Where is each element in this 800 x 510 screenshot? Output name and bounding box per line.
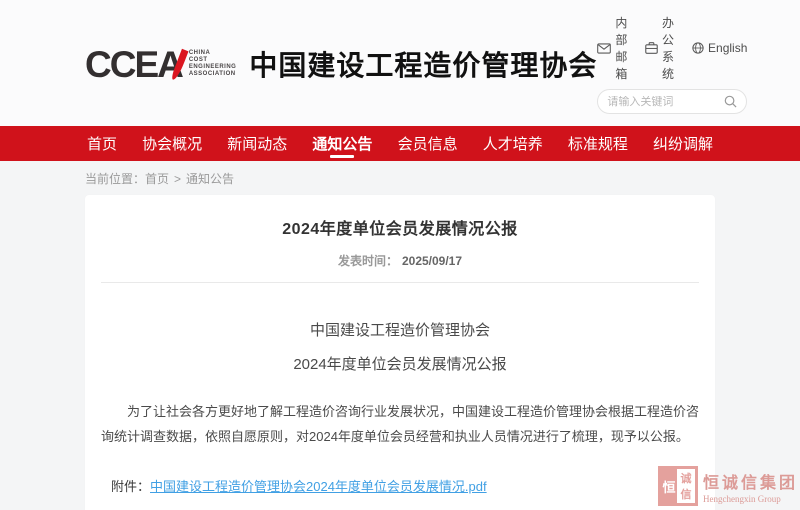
nav-item-news[interactable]: 新闻动态 xyxy=(225,126,289,161)
site-title: 中国建设工程造价管理协会 xyxy=(249,44,597,84)
link-office-system[interactable]: 办公系统 xyxy=(645,14,676,82)
search-input[interactable] xyxy=(607,96,724,108)
article-heading-org: 中国建设工程造价管理协会 xyxy=(101,319,699,340)
nav-item-disputes[interactable]: 纠纷调解 xyxy=(651,126,715,161)
publish-time-label: 发表时间： xyxy=(338,254,398,268)
breadcrumb-separator: > xyxy=(174,172,181,186)
link-label: 内部邮箱 xyxy=(615,14,629,82)
attachment-label: 附件： xyxy=(111,479,150,494)
logo-subtext-line: ASSOCIATION xyxy=(189,71,237,78)
article-heading-title: 2024年度单位会员发展情况公报 xyxy=(101,353,699,374)
mail-icon xyxy=(597,43,611,54)
article-paragraph: 为了让社会各方更好地了解工程造价咨询行业发展状况，中国建设工程造价管理协会根据工… xyxy=(101,399,699,449)
article-divider xyxy=(101,282,699,283)
watermark-name-en: Hengchengxin Group xyxy=(703,494,798,504)
watermark-name-cn: 恒诚信集团 xyxy=(703,469,798,493)
nav-item-notices[interactable]: 通知公告 xyxy=(310,126,374,161)
attachment-row: 附件：中国建设工程造价管理协会2024年度单位会员发展情况.pdf xyxy=(111,476,699,495)
logo-subtext-line: CHINA xyxy=(189,50,237,57)
link-internal-mail[interactable]: 内部邮箱 xyxy=(597,14,629,82)
site-logo[interactable]: CCEA CHINA COST ENGINEERING ASSOCIATION … xyxy=(85,44,597,84)
logo-subtext: CHINA COST ENGINEERING ASSOCIATION xyxy=(189,50,237,78)
article-card: 2024年度单位会员发展情况公报 发表时间： 2025/09/17 中国建设工程造… xyxy=(85,195,715,510)
office-icon xyxy=(645,42,658,54)
breadcrumb-label: 当前位置： xyxy=(85,172,145,186)
link-english[interactable]: English xyxy=(692,14,747,82)
attachment-pdf-link[interactable]: 中国建设工程造价管理协会2024年度单位会员发展情况.pdf xyxy=(150,479,487,494)
logo-acronym-wrap: CCEA xyxy=(85,46,182,83)
nav-item-about[interactable]: 协会概况 xyxy=(140,126,204,161)
link-label: 办公系统 xyxy=(662,14,676,82)
nav-item-training[interactable]: 人才培养 xyxy=(481,126,545,161)
watermark-text: 恒诚信集团 Hengchengxin Group xyxy=(703,469,798,504)
main-nav: 首页 协会概况 新闻动态 通知公告 会员信息 人才培养 标准规程 纠纷调解 xyxy=(0,126,800,161)
nav-item-members[interactable]: 会员信息 xyxy=(396,126,460,161)
top-links: 内部邮箱 办公系统 English xyxy=(597,14,747,82)
publish-time-value: 2025/09/17 xyxy=(402,254,462,268)
breadcrumb: 当前位置：首页 > 通知公告 xyxy=(85,161,715,195)
logo-acronym: CCEA xyxy=(85,44,182,85)
search-box xyxy=(597,89,747,114)
article-title: 2024年度单位会员发展情况公报 xyxy=(101,215,699,239)
site-header: CCEA CHINA COST ENGINEERING ASSOCIATION … xyxy=(0,0,800,126)
nav-item-home[interactable]: 首页 xyxy=(85,126,119,161)
nav-item-standards[interactable]: 标准规程 xyxy=(566,126,630,161)
logo-subtext-line: ENGINEERING xyxy=(189,64,237,71)
link-label: English xyxy=(708,41,747,55)
header-right: 内部邮箱 办公系统 English xyxy=(597,14,747,114)
search-icon[interactable] xyxy=(724,95,737,108)
breadcrumb-home[interactable]: 首页 xyxy=(145,172,169,186)
article-meta: 发表时间： 2025/09/17 xyxy=(101,252,699,269)
globe-icon xyxy=(692,42,704,54)
logo-subtext-line: COST xyxy=(189,57,237,64)
breadcrumb-current[interactable]: 通知公告 xyxy=(186,172,234,186)
main-content: 2024年度单位会员发展情况公报 发表时间： 2025/09/17 中国建设工程造… xyxy=(85,195,715,510)
